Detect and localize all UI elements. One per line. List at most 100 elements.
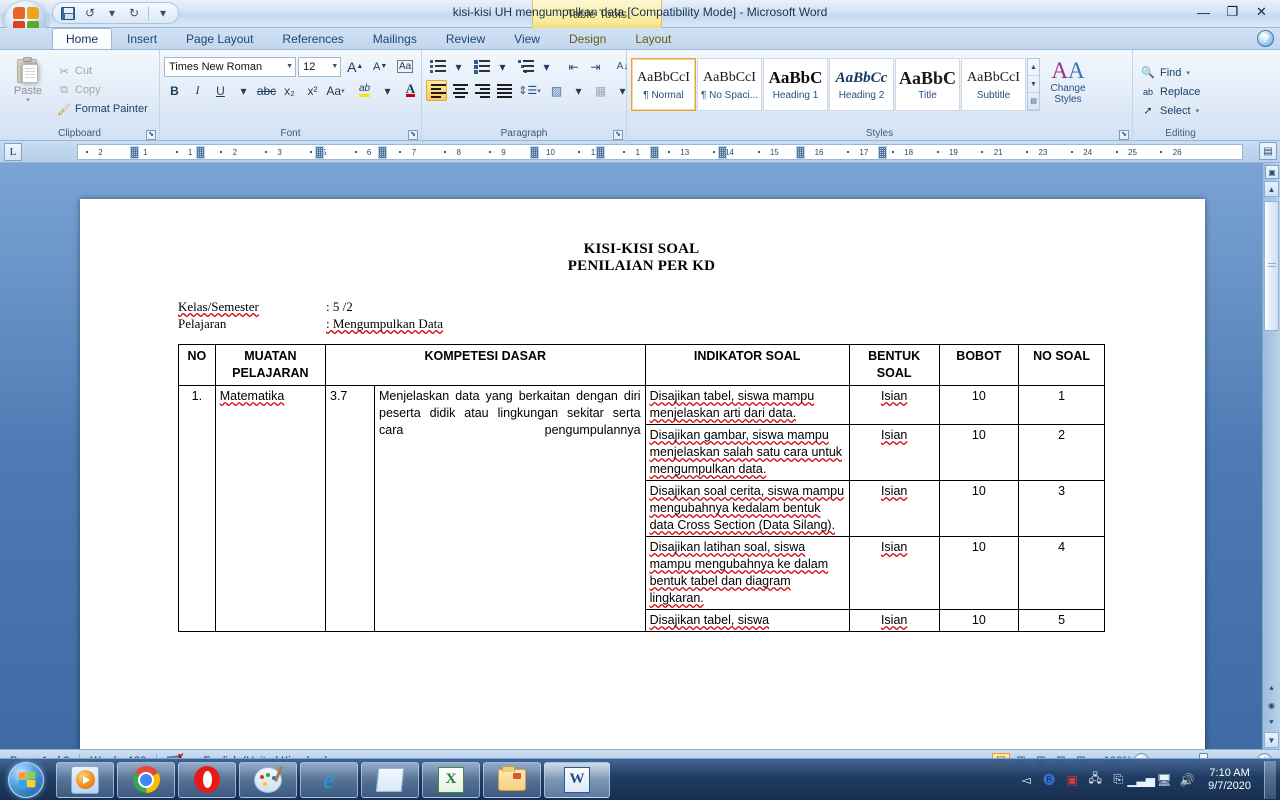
scroll-thumb[interactable] [1264,201,1279,331]
shading-dropdown[interactable]: ▾ [568,80,589,101]
network-sharing-icon[interactable]: 🖧 [1087,771,1103,788]
find-button[interactable]: 🔍 Find ▾ [1137,63,1224,82]
align-center-button[interactable] [448,80,469,101]
safely-remove-hardware-icon[interactable]: ⎘ [1110,772,1126,788]
underline-dropdown[interactable]: ▾ [233,80,254,101]
save-button[interactable] [57,4,79,22]
taskbar-clock[interactable]: 7:10 AM 9/7/2020 [1202,767,1257,793]
minimize-button[interactable]: — [1189,2,1218,22]
undo-dropdown[interactable]: ▾ [101,4,123,22]
multilevel-list-button[interactable] [514,56,535,77]
ruler-object-button[interactable]: ▤ [1259,142,1277,160]
tab-layout[interactable]: Layout [621,28,685,49]
taskbar-microsoft-word[interactable]: W [544,761,610,798]
restore-button[interactable]: ❐ [1218,2,1247,22]
close-button[interactable]: ✕ [1247,2,1276,22]
paste-button[interactable]: Paste ▾ [4,53,52,127]
volume-icon[interactable]: 🔊 [1179,772,1195,788]
font-size-combo[interactable]: 12 ▼ [298,56,342,77]
highlight-dropdown[interactable]: ▾ [377,80,398,101]
kisi-kisi-table[interactable]: NO MUATAN PELAJARAN KOMPETESI DASAR INDI… [178,344,1105,632]
select-dropdown-icon[interactable]: ▾ [1196,107,1200,115]
select-browse-object-button[interactable]: ▣ [1265,165,1279,179]
paste-dropdown-icon[interactable]: ▾ [26,97,30,104]
vertical-scrollbar[interactable]: ▣ ▲ ⯅ ◉ ⯆ ▼ [1262,163,1280,749]
scroll-down-button[interactable]: ▼ [1264,732,1279,748]
find-dropdown-icon[interactable]: ▾ [1186,69,1190,77]
format-painter-button[interactable]: 🖌 Format Painter [54,100,151,118]
tab-insert[interactable]: Insert [113,28,171,49]
tab-review[interactable]: Review [432,28,499,49]
shading-button[interactable]: ▨ [546,80,567,101]
show-hidden-icons-button[interactable]: ◅ [1018,772,1034,788]
align-right-button[interactable] [470,80,491,101]
strikethrough-button[interactable]: abc [256,80,277,101]
change-styles-button[interactable]: AA Change Styles [1040,57,1096,106]
taskbar-internet-explorer[interactable]: e [300,761,358,798]
next-page-button[interactable]: ⯆ [1263,714,1280,731]
style-no-spacing[interactable]: AaBbCcI ¶ No Spaci... [697,58,762,111]
borders-button[interactable]: ▦ [590,80,611,101]
line-spacing-button[interactable]: ⇕☰ ▾ [518,80,541,101]
italic-button[interactable]: I [187,80,208,101]
subscript-button[interactable]: x₂ [279,80,300,101]
superscript-button[interactable]: x² [302,80,323,101]
scroll-up-button[interactable]: ▲ [1264,181,1279,197]
text-highlight-button[interactable]: ab [354,80,375,101]
paragraph-dialog-launcher[interactable]: ⬊ [613,130,623,140]
document-canvas[interactable]: KISI-KISI SOAL PENILAIAN PER KD Kelas/Se… [0,163,1280,749]
bullets-button[interactable] [426,56,447,77]
tab-design[interactable]: Design [555,28,620,49]
style-subtitle[interactable]: AaBbCcI Subtitle [961,58,1026,111]
grow-font-button[interactable]: A ▲ [343,56,367,77]
increase-indent-button[interactable]: ⇥ [585,56,606,77]
change-case-button[interactable]: Aa ▾ [325,80,346,101]
copy-button[interactable]: ⧉ Copy [54,81,151,99]
redo-button[interactable]: ↻ [123,4,145,22]
font-dialog-launcher[interactable]: ⬊ [408,130,418,140]
select-button[interactable]: ➚ Select ▾ [1137,101,1224,120]
taskbar-paint[interactable] [239,761,297,798]
bold-button[interactable]: B [164,80,185,101]
tab-mailings[interactable]: Mailings [359,28,431,49]
style-title[interactable]: AaBbC Title [895,58,960,111]
signal-strength-icon[interactable]: ▁▃▅ [1127,772,1155,788]
gallery-scroll-up-icon[interactable]: ▲ [1028,59,1039,76]
bluetooth-icon[interactable]: 🅑 [1041,772,1057,788]
browse-object-button[interactable]: ◉ [1263,697,1280,714]
numbering-button[interactable] [470,56,491,77]
tab-view[interactable]: View [500,28,554,49]
font-name-combo[interactable]: Times New Roman ▼ [164,56,297,77]
shrink-font-button[interactable]: A ▼ [369,56,391,77]
undo-button[interactable]: ↺ [79,4,101,22]
replace-button[interactable]: ab Replace [1137,82,1224,101]
gallery-scroll-down-icon[interactable]: ▼ [1028,76,1039,93]
style-normal[interactable]: AaBbCcI ¶ Normal [631,58,696,111]
font-color-button[interactable]: A [400,80,421,101]
taskbar-microsoft-excel[interactable]: X [422,761,480,798]
customize-qat-button[interactable]: ▾ [152,4,174,22]
document-page[interactable]: KISI-KISI SOAL PENILAIAN PER KD Kelas/Se… [80,199,1205,749]
styles-dialog-launcher[interactable]: ⬊ [1119,130,1129,140]
taskbar-windows-explorer[interactable] [483,761,541,798]
previous-page-button[interactable]: ⯅ [1263,680,1280,697]
numbering-dropdown[interactable]: ▾ [492,56,513,77]
start-button[interactable] [2,760,50,800]
show-desktop-button[interactable] [1264,760,1276,799]
help-icon[interactable]: ? [1257,30,1274,47]
decrease-indent-button[interactable]: ⇤ [563,56,584,77]
gallery-more-icon[interactable]: ▤ [1028,93,1039,110]
clear-formatting-button[interactable]: Aa [393,56,417,77]
justify-button[interactable] [492,80,513,101]
underline-button[interactable]: U [210,80,231,101]
taskbar-google-chrome[interactable] [117,761,175,798]
taskbar-windows-media-player[interactable] [56,761,114,798]
bullets-dropdown[interactable]: ▾ [448,56,469,77]
clipboard-dialog-launcher[interactable]: ⬊ [146,130,156,140]
align-left-button[interactable] [426,80,447,101]
tab-page-layout[interactable]: Page Layout [172,28,267,49]
multilevel-dropdown[interactable]: ▾ [536,56,557,77]
tab-home[interactable]: Home [52,28,113,49]
network-icon[interactable]: 🖥 [1156,772,1172,788]
cut-button[interactable]: ✂ Cut [54,62,151,80]
